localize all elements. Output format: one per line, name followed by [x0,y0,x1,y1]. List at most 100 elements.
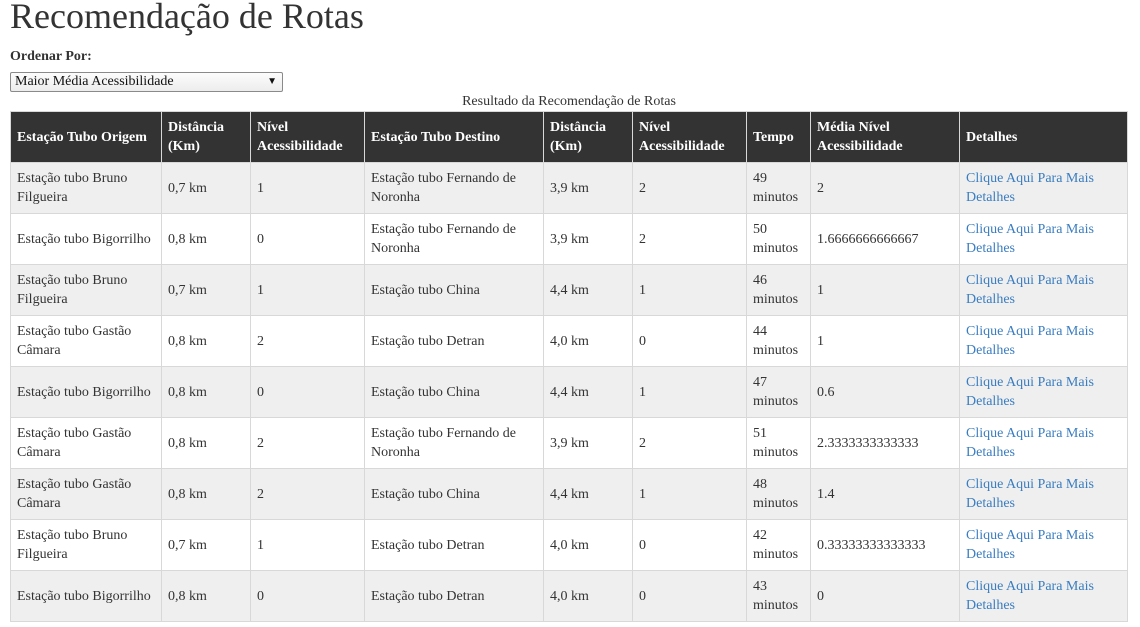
details-link[interactable]: Clique Aqui Para Mais Detalhes [966,222,1094,256]
details-link[interactable]: Clique Aqui Para Mais Detalhes [966,579,1094,613]
table-cell: 1 [250,264,365,316]
details-link[interactable]: Clique Aqui Para Mais Detalhes [966,426,1094,460]
table-header-row: Estação Tubo Origem Distância (Km) Nível A… [10,111,1128,163]
column-header: Nível Acessibilidade [632,111,747,163]
table-cell: 43 minutos [746,570,811,622]
chevron-down-icon: ▼ [267,76,277,87]
table-row: Estação tubo Bruno Filgueira 0,7 km 1 Estaç… [10,162,1128,214]
table-cell: 0,8 km [161,417,251,469]
table-cell: 3,9 km [543,162,633,214]
table-cell: Estação tubo Bigorrilho [10,570,162,622]
details-link[interactable]: Clique Aqui Para Mais Detalhes [966,171,1094,205]
table-cell: 48 minutos [746,468,811,520]
table-cell: Estação tubo Bigorrilho [10,213,162,265]
table-row: Estação tubo Bigorrilho 0,8 km 0 Estação tu… [10,366,1128,418]
results-table: Resultado da Recomendação de Rotas Estaç… [10,93,1128,622]
column-header: Distância (Km) [161,111,251,163]
table-cell: Estação tubo Detran [364,315,544,367]
table-cell: 0 [250,570,365,622]
table-cell: 0,8 km [161,315,251,367]
table-cell: Clique Aqui Para Mais Detalhes [959,519,1128,571]
table-cell: 2 [632,213,747,265]
table-cell: Clique Aqui Para Mais Detalhes [959,468,1128,520]
table-cell: 4,4 km [543,264,633,316]
table-cell: 2 [810,162,960,214]
table-cell: 2 [632,162,747,214]
table-cell: 50 minutos [746,213,811,265]
table-cell: Estação tubo Fernando de Noronha [364,162,544,214]
page-title: Recomendação de Rotas [10,0,364,36]
table-cell: Estação tubo China [364,264,544,316]
table-cell: Estação tubo Gastão Câmara [10,417,162,469]
table-cell: Estação tubo Gastão Câmara [10,315,162,367]
table-cell: 1 [810,264,960,316]
table-caption: Resultado da Recomendação de Rotas [462,94,676,109]
table-cell: 42 minutos [746,519,811,571]
table-row: Estação tubo Bigorrilho 0,8 km 0 Estação tu… [10,570,1128,622]
table-cell: 49 minutos [746,162,811,214]
table-cell: Clique Aqui Para Mais Detalhes [959,213,1128,265]
table-cell: Clique Aqui Para Mais Detalhes [959,570,1128,622]
table-cell: 0 [632,315,747,367]
table-cell: Estação tubo Bruno Filgueira [10,162,162,214]
table-cell: Estação tubo Bruno Filgueira [10,264,162,316]
table-cell: 44 minutos [746,315,811,367]
table-cell: 1.4 [810,468,960,520]
table-cell: Estação tubo Bruno Filgueira [10,519,162,571]
table-cell: Clique Aqui Para Mais Detalhes [959,315,1128,367]
table-cell: 0 [250,366,365,418]
details-link[interactable]: Clique Aqui Para Mais Detalhes [966,273,1094,307]
table-body: Estação tubo Bruno Filgueira 0,7 km 1 Estaç… [10,162,1128,622]
table-cell: 0,8 km [161,366,251,418]
table-cell: 4,4 km [543,468,633,520]
table-cell: Estação tubo Bigorrilho [10,366,162,418]
table-cell: 2.3333333333333 [810,417,960,469]
table-cell: 0,8 km [161,468,251,520]
table-cell: 46 minutos [746,264,811,316]
table-cell: 0,8 km [161,570,251,622]
table-cell: Clique Aqui Para Mais Detalhes [959,162,1128,214]
table-cell: 1 [250,519,365,571]
column-header: Média Nível Acessibilidade [810,111,960,163]
table-cell: 0,7 km [161,162,251,214]
table-cell: 2 [250,468,365,520]
details-link[interactable]: Clique Aqui Para Mais Detalhes [966,477,1094,511]
table-cell: 1 [632,366,747,418]
table-cell: Clique Aqui Para Mais Detalhes [959,264,1128,316]
table-cell: Estação tubo Fernando de Noronha [364,417,544,469]
table-cell: 4,0 km [543,315,633,367]
table-cell: 1.6666666666667 [810,213,960,265]
table-cell: Estação tubo Gastão Câmara [10,468,162,520]
table-cell: 1 [810,315,960,367]
table-cell: 0,8 km [161,213,251,265]
column-header: Tempo [746,111,811,163]
table-row: Estação tubo Bruno Filgueira 0,7 km 1 Estaç… [10,264,1128,316]
details-link[interactable]: Clique Aqui Para Mais Detalhes [966,528,1094,562]
table-cell: 0.33333333333333 [810,519,960,571]
table-cell: 0.6 [810,366,960,418]
column-header: Distância (Km) [543,111,633,163]
table-row: Estação tubo Bruno Filgueira 0,7 km 1 Estaç… [10,519,1128,571]
sort-select[interactable]: Maior Média Acessibilidade ▼ [10,72,283,92]
table-cell: Clique Aqui Para Mais Detalhes [959,366,1128,418]
table-cell: 2 [632,417,747,469]
table-cell: Clique Aqui Para Mais Detalhes [959,417,1128,469]
table-cell: Estação tubo China [364,366,544,418]
table-cell: 4,0 km [543,570,633,622]
column-header: Estação Tubo Destino [364,111,544,163]
table-cell: 2 [250,315,365,367]
details-link[interactable]: Clique Aqui Para Mais Detalhes [966,375,1094,409]
table-row: Estação tubo Gastão Câmara 0,8 km 2 Estação… [10,468,1128,520]
details-link[interactable]: Clique Aqui Para Mais Detalhes [966,324,1094,358]
table-cell: 0,7 km [161,264,251,316]
table-cell: 4,4 km [543,366,633,418]
column-header: Estação Tubo Origem [10,111,162,163]
table-cell: 47 minutos [746,366,811,418]
table-cell: 1 [632,264,747,316]
table-cell: 0 [632,519,747,571]
column-header: Nível Acessibilidade [250,111,365,163]
table-cell: 1 [632,468,747,520]
table-row: Estação tubo Gastão Câmara 0,8 km 2 Estação… [10,315,1128,367]
table-cell: Estação tubo Fernando de Noronha [364,213,544,265]
table-cell: 1 [250,162,365,214]
